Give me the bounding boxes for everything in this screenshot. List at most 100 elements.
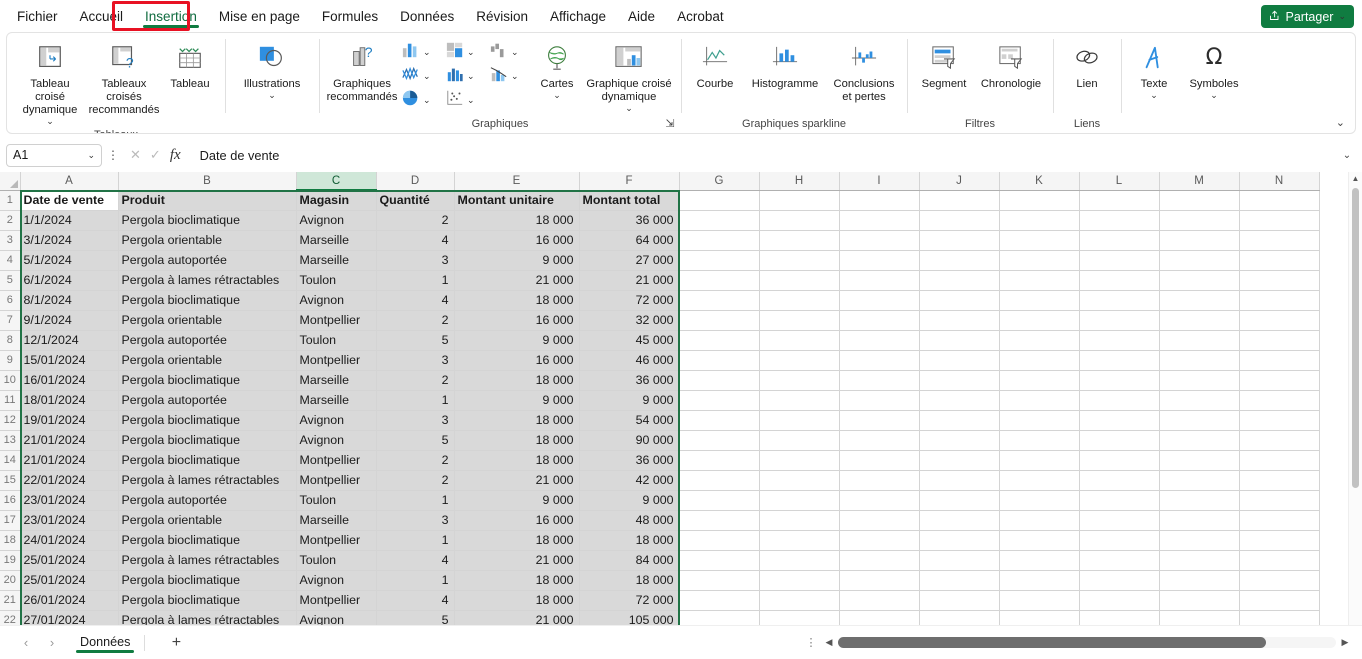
cell-G11[interactable]: [679, 390, 760, 411]
chevron-down-icon[interactable]: ⌄: [553, 91, 561, 100]
cell-B5[interactable]: Pergola à lames rétractables: [118, 270, 297, 291]
cell-A17[interactable]: 23/01/2024: [20, 510, 119, 531]
cell-H18[interactable]: [759, 530, 840, 551]
cell-L1[interactable]: [1079, 190, 1160, 211]
cell-B4[interactable]: Pergola autoportée: [118, 250, 297, 271]
column-chart-button[interactable]: ⌄: [399, 40, 443, 65]
cell-L5[interactable]: [1079, 270, 1160, 291]
statistic-chart-button[interactable]: ⌄: [443, 64, 487, 89]
cell-B3[interactable]: Pergola orientable: [118, 230, 297, 251]
next-sheet-icon[interactable]: ›: [40, 631, 64, 655]
chevron-down-icon[interactable]: ⌄: [1338, 12, 1346, 21]
cell-C9[interactable]: Montpellier: [296, 350, 377, 371]
row-header-6[interactable]: 6: [0, 290, 21, 311]
cell-D18[interactable]: 1: [376, 530, 455, 551]
cell-F12[interactable]: 54 000: [579, 410, 680, 431]
cell-D4[interactable]: 3: [376, 250, 455, 271]
text-button[interactable]: Texte ⌄: [1127, 38, 1181, 100]
line-chart-button[interactable]: ⌄: [399, 64, 443, 89]
cell-F20[interactable]: 18 000: [579, 570, 680, 591]
cell-H6[interactable]: [759, 290, 840, 311]
cell-G12[interactable]: [679, 410, 760, 431]
row-header-14[interactable]: 14: [0, 450, 21, 471]
cell-E13[interactable]: 18 000: [454, 430, 580, 451]
cell-J2[interactable]: [919, 210, 1000, 231]
cell-I10[interactable]: [839, 370, 920, 391]
cell-A19[interactable]: 25/01/2024: [20, 550, 119, 571]
column-header-A[interactable]: A: [20, 172, 119, 191]
cell-J13[interactable]: [919, 430, 1000, 451]
cell-K4[interactable]: [999, 250, 1080, 271]
cell-E4[interactable]: 9 000: [454, 250, 580, 271]
cell-B10[interactable]: Pergola bioclimatique: [118, 370, 297, 391]
cell-J20[interactable]: [919, 570, 1000, 591]
ribbon-tab-révision[interactable]: Révision: [465, 4, 539, 29]
row-header-5[interactable]: 5: [0, 270, 21, 291]
cell-E14[interactable]: 18 000: [454, 450, 580, 471]
cell-I17[interactable]: [839, 510, 920, 531]
cell-K9[interactable]: [999, 350, 1080, 371]
cell-H1[interactable]: [759, 190, 840, 211]
cell-H17[interactable]: [759, 510, 840, 531]
chevron-down-icon[interactable]: ⌄: [625, 104, 633, 113]
previous-sheet-icon[interactable]: ‹: [14, 631, 38, 655]
cell-A20[interactable]: 25/01/2024: [20, 570, 119, 591]
formula-bar-expand-icon[interactable]: ⌄: [1338, 150, 1356, 161]
cell-I4[interactable]: [839, 250, 920, 271]
cell-D14[interactable]: 2: [376, 450, 455, 471]
cell-J9[interactable]: [919, 350, 1000, 371]
chevron-down-icon[interactable]: ⌄: [268, 91, 276, 100]
cell-M16[interactable]: [1159, 490, 1240, 511]
cell-C19[interactable]: Toulon: [296, 550, 377, 571]
cell-F8[interactable]: 45 000: [579, 330, 680, 351]
cell-K5[interactable]: [999, 270, 1080, 291]
cell-M8[interactable]: [1159, 330, 1240, 351]
cell-B14[interactable]: Pergola bioclimatique: [118, 450, 297, 471]
cell-E7[interactable]: 16 000: [454, 310, 580, 331]
sparkline-column-button[interactable]: Histogramme: [743, 38, 827, 91]
cell-L9[interactable]: [1079, 350, 1160, 371]
vertical-scrollbar[interactable]: ▲: [1348, 172, 1362, 625]
cell-H9[interactable]: [759, 350, 840, 371]
ribbon-collapse-button[interactable]: ⌄: [1332, 114, 1349, 131]
cell-J3[interactable]: [919, 230, 1000, 251]
illustrations-button[interactable]: Illustrations ⌄: [231, 38, 313, 100]
cell-F15[interactable]: 42 000: [579, 470, 680, 491]
cell-D7[interactable]: 2: [376, 310, 455, 331]
cell-E17[interactable]: 16 000: [454, 510, 580, 531]
cell-K19[interactable]: [999, 550, 1080, 571]
hierarchy-chart-button[interactable]: ⌄: [443, 40, 487, 65]
waterfall-chart-button[interactable]: ⌄: [487, 40, 531, 65]
cell-E11[interactable]: 9 000: [454, 390, 580, 411]
cell-D17[interactable]: 3: [376, 510, 455, 531]
cell-J10[interactable]: [919, 370, 1000, 391]
cell-E19[interactable]: 21 000: [454, 550, 580, 571]
cell-A9[interactable]: 15/01/2024: [20, 350, 119, 371]
scatter-chart-button[interactable]: ⌄: [443, 88, 487, 113]
cell-L18[interactable]: [1079, 530, 1160, 551]
row-header-10[interactable]: 10: [0, 370, 21, 391]
add-sheet-icon[interactable]: +: [163, 631, 189, 655]
cell-C4[interactable]: Marseille: [296, 250, 377, 271]
cell-H2[interactable]: [759, 210, 840, 231]
insert-function-icon[interactable]: fx: [170, 147, 181, 164]
row-header-4[interactable]: 4: [0, 250, 21, 271]
chevron-down-icon[interactable]: ⌄: [511, 47, 519, 57]
cell-A14[interactable]: 21/01/2024: [20, 450, 119, 471]
cell-F9[interactable]: 46 000: [579, 350, 680, 371]
cell-G9[interactable]: [679, 350, 760, 371]
cell-N18[interactable]: [1239, 530, 1320, 551]
cell-I22[interactable]: [839, 610, 920, 625]
cell-A22[interactable]: 27/01/2024: [20, 610, 119, 625]
cell-F4[interactable]: 27 000: [579, 250, 680, 271]
cell-L10[interactable]: [1079, 370, 1160, 391]
chevron-down-icon[interactable]: ⌄: [511, 71, 519, 81]
name-box[interactable]: A1 ⌄: [6, 143, 102, 167]
scroll-right-arrow-icon[interactable]: ▶: [1336, 637, 1354, 648]
link-button[interactable]: Lien: [1059, 38, 1115, 91]
cell-M9[interactable]: [1159, 350, 1240, 371]
cell-C2[interactable]: Avignon: [296, 210, 377, 231]
cell-N15[interactable]: [1239, 470, 1320, 491]
combo-chart-button[interactable]: ⌄: [487, 64, 531, 89]
cell-J21[interactable]: [919, 590, 1000, 611]
